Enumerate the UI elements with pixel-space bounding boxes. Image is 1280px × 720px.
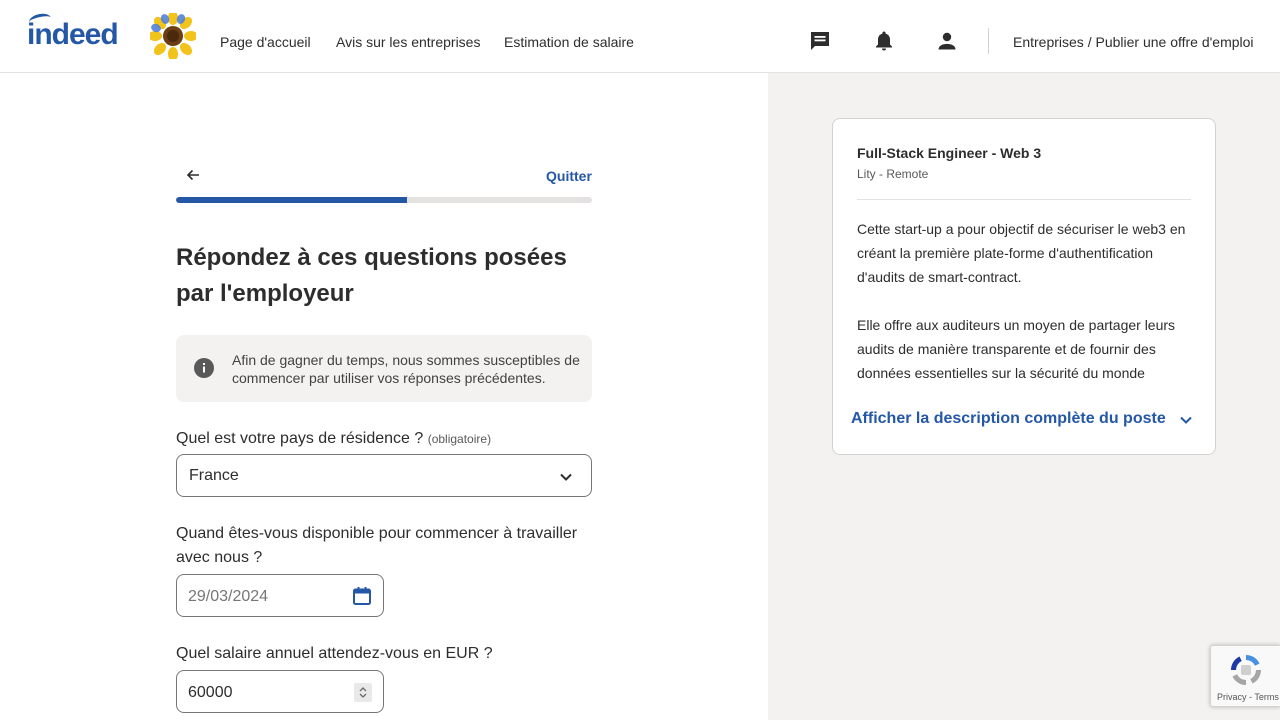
nav-company-reviews[interactable]: Avis sur les entreprises [336, 34, 480, 50]
job-description: Cette start-up a pour objectif de sécuri… [857, 217, 1197, 385]
salary-input-value: 60000 [188, 684, 233, 701]
question-salary-label: Quel salaire annuel attendez-vous en EUR… [176, 645, 493, 662]
info-text: Afin de gagner du temps, nous sommes sus… [232, 352, 580, 386]
employers-link[interactable]: Entreprises / Publier une offre d'emploi [1013, 34, 1254, 50]
sunflower-icon [150, 13, 196, 59]
number-spinner-icon[interactable] [354, 683, 372, 702]
info-banner: Afin de gagner du temps, nous sommes sus… [176, 335, 592, 402]
country-select[interactable]: France [176, 454, 592, 497]
job-description-paragraph: Elle offre aux auditeurs un moyen de par… [857, 317, 1176, 381]
recaptcha-badge[interactable]: Privacy - Terms [1210, 645, 1280, 707]
question-country-label: Quel est votre pays de résidence ? (obli… [176, 427, 592, 451]
show-full-description-button[interactable]: Afficher la description complète du post… [851, 410, 1166, 428]
country-select-value: France [189, 467, 239, 484]
job-summary-card: Full-Stack Engineer - Web 3 Lity - Remot… [832, 118, 1216, 455]
nav-home[interactable]: Page d'accueil [220, 34, 311, 50]
nav-salary-estimate[interactable]: Estimation de salaire [504, 34, 634, 50]
back-arrow-icon[interactable] [184, 166, 204, 184]
question-text: Quel est votre pays de résidence ? [176, 430, 424, 447]
profile-icon[interactable] [935, 29, 959, 53]
availability-date-input[interactable]: 29/03/2024 [176, 574, 384, 617]
progress-bar-fill [176, 197, 407, 203]
chevron-down-icon[interactable] [1177, 411, 1195, 429]
header-divider [988, 28, 989, 54]
job-title: Full-Stack Engineer - Web 3 [857, 145, 1042, 161]
progress-bar [176, 197, 592, 203]
recaptcha-icon [1231, 655, 1261, 685]
calendar-icon[interactable] [352, 586, 372, 606]
page-title: Répondez à ces questions posées par l'em… [176, 244, 567, 307]
recaptcha-links[interactable]: Privacy - Terms [1217, 692, 1279, 702]
chevron-down-icon [560, 473, 572, 481]
job-description-paragraph: Cette start-up a pour objectif de sécuri… [857, 221, 1186, 285]
job-company-location: Lity - Remote [857, 167, 929, 181]
required-marker: (obligatoire) [427, 432, 492, 446]
messages-icon[interactable] [808, 29, 832, 53]
indeed-logo[interactable]: indeed [27, 11, 119, 52]
notifications-bell-icon[interactable] [872, 29, 896, 53]
question-availability-label: Quand êtes-vous disponible pour commence… [176, 525, 578, 566]
info-icon [194, 358, 214, 378]
salary-input[interactable]: 60000 [176, 670, 384, 713]
top-header: indeed Page d'accueil Avis sur les entre… [0, 0, 1280, 73]
job-card-divider [857, 199, 1191, 200]
quit-button[interactable]: Quitter [546, 168, 592, 184]
date-input-value: 29/03/2024 [188, 588, 269, 605]
